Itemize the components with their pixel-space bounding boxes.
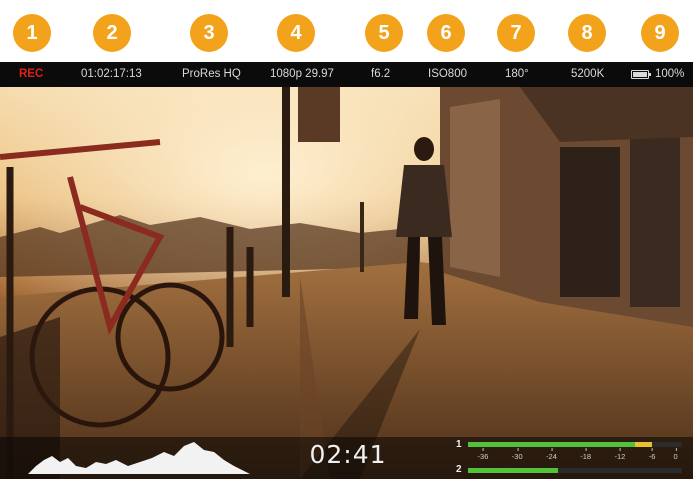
db-tick-label: -36 — [477, 448, 489, 461]
callout-marker-1: 1 — [13, 14, 51, 52]
white-balance-display[interactable]: 5200K — [571, 68, 604, 80]
shutter-display[interactable]: 180° — [505, 68, 529, 80]
histogram-icon[interactable] — [28, 438, 250, 474]
status-bar: REC 01:02:17:13 ProRes HQ 1080p 29.97 f6… — [0, 62, 693, 87]
callout-marker-2: 2 — [93, 14, 131, 52]
audio-channel-1-label: 1 — [456, 439, 462, 450]
audio-meter-channel-2 — [468, 468, 682, 473]
audio-meter-1-peak-level — [634, 442, 653, 447]
callout-marker-7: 7 — [497, 14, 535, 52]
record-indicator[interactable]: REC — [19, 68, 43, 80]
camera-live-view — [0, 87, 693, 479]
db-tick-label: -6 — [648, 448, 656, 461]
db-tick-label: 0 — [673, 448, 678, 461]
db-tick-label: -24 — [546, 448, 557, 461]
street-scene-illustration — [0, 87, 693, 479]
db-tick-label: -12 — [614, 448, 626, 461]
callout-marker-3: 3 — [190, 14, 228, 52]
iso-display[interactable]: ISO800 — [428, 68, 467, 80]
audio-channel-2-label: 2 — [456, 464, 462, 475]
callout-marker-5: 5 — [365, 14, 403, 52]
camera-monitor-screen: 1 2 3 4 5 6 7 8 9 REC 01:02:17:13 ProRes… — [0, 0, 693, 479]
callout-marker-8: 8 — [568, 14, 606, 52]
format-display[interactable]: 1080p 29.97 — [270, 68, 334, 80]
codec-display[interactable]: ProRes HQ — [182, 68, 241, 80]
callout-row: 1 2 3 4 5 6 7 8 9 — [0, 0, 693, 62]
aperture-display[interactable]: f6.2 — [371, 68, 390, 80]
callout-marker-6: 6 — [427, 14, 465, 52]
callout-marker-4: 4 — [277, 14, 315, 52]
battery-percentage: 100% — [655, 68, 685, 80]
callout-marker-9: 9 — [641, 14, 679, 52]
db-tick-label: -18 — [580, 448, 592, 461]
battery-icon — [631, 70, 651, 79]
audio-db-scale: -36 -30 -24 -18 -12 -6 0 — [468, 448, 682, 464]
remaining-record-time[interactable]: 02:41 — [268, 440, 428, 469]
audio-meter-1-green-level — [468, 442, 635, 447]
db-tick-label: -30 — [511, 448, 523, 461]
battery-fill — [633, 72, 647, 77]
audio-meters[interactable]: 1 -36 -30 -24 -18 -12 -6 0 2 — [452, 436, 690, 478]
timecode-display[interactable]: 01:02:17:13 — [81, 68, 142, 80]
audio-meter-2-green-level — [468, 468, 558, 473]
audio-meter-channel-1 — [468, 442, 682, 447]
